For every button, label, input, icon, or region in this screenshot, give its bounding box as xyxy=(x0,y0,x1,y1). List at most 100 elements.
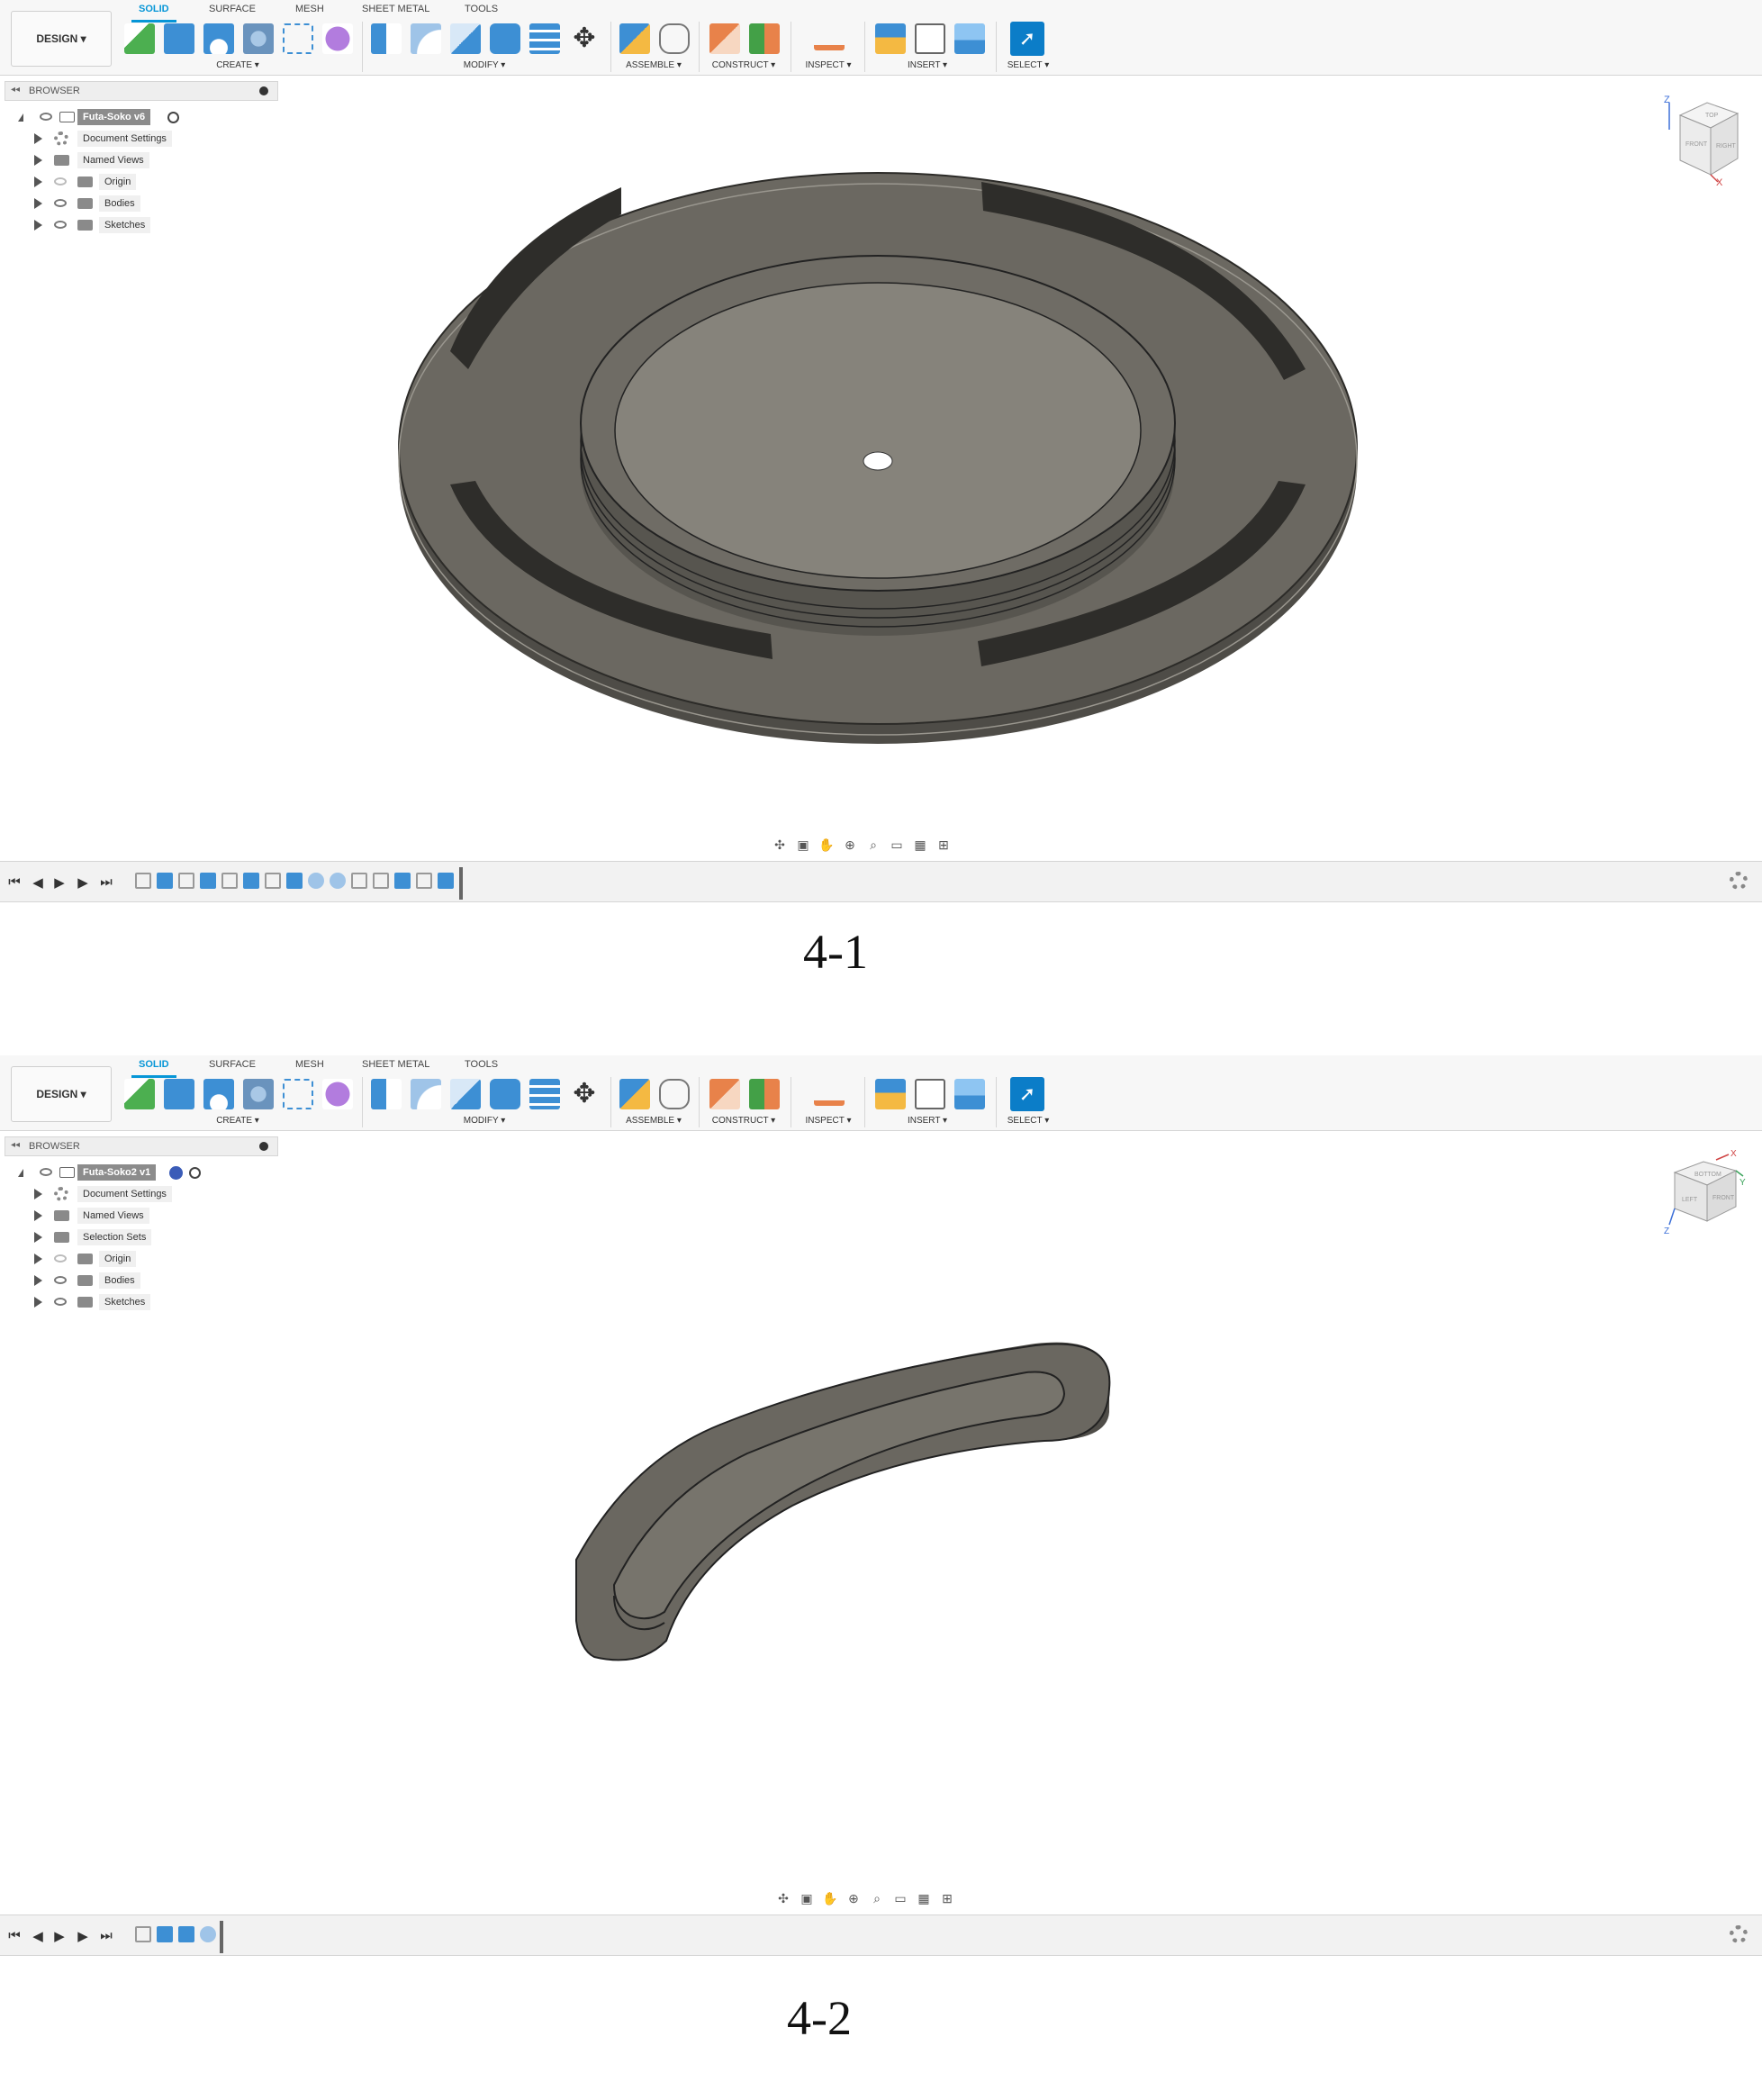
pin-icon[interactable] xyxy=(259,86,268,95)
visibility-eye-icon[interactable] xyxy=(40,113,52,121)
expand-triangle-icon[interactable] xyxy=(34,1254,42,1264)
insert-group-label[interactable]: INSERT ▾ xyxy=(908,60,947,70)
timeline-extrude-icon[interactable] xyxy=(394,873,411,889)
expand-triangle-icon[interactable] xyxy=(34,1232,42,1243)
construct-group-label[interactable]: CONSTRUCT ▾ xyxy=(712,1116,775,1126)
shared-link-icon[interactable] xyxy=(169,1166,183,1180)
tree-item-origin[interactable]: Origin xyxy=(34,173,286,191)
model-curved-slot-piece[interactable] xyxy=(558,1326,1134,1686)
display-settings-icon[interactable]: ▭ xyxy=(888,837,906,853)
timeline-extrude-icon[interactable] xyxy=(178,1926,194,1942)
zoom-icon[interactable]: ⊕ xyxy=(841,837,859,853)
expand-triangle-icon[interactable] xyxy=(34,1210,42,1221)
tab-sheet-metal[interactable]: SHEET METAL xyxy=(362,4,429,14)
browser-panel-header[interactable]: ◂◂ BROWSER xyxy=(5,81,278,101)
extrude-icon[interactable] xyxy=(164,1079,194,1109)
extrude-icon[interactable] xyxy=(164,23,194,54)
modify-group-label[interactable]: MODIFY ▾ xyxy=(464,60,506,70)
insert-mesh-icon[interactable] xyxy=(915,23,945,54)
play-icon[interactable]: ▶ xyxy=(50,874,68,891)
inspect-group-label[interactable]: INSPECT ▾ xyxy=(806,1116,852,1126)
model-base-plate[interactable] xyxy=(387,144,1369,756)
display-settings-icon[interactable]: ▭ xyxy=(891,1890,909,1906)
fit-zoom-icon[interactable]: ⌕ xyxy=(868,1890,886,1906)
timeline-sketch-icon[interactable] xyxy=(178,873,194,889)
timeline-extrude-icon[interactable] xyxy=(157,1926,173,1942)
timeline-extrude-icon[interactable] xyxy=(286,873,303,889)
pan-hand-icon[interactable]: ✋ xyxy=(821,1890,839,1906)
modify-group-label[interactable]: MODIFY ▾ xyxy=(464,1116,506,1126)
collapse-panel-icon[interactable]: ◂◂ xyxy=(11,85,20,95)
visibility-eye-icon[interactable] xyxy=(54,1276,67,1284)
go-to-end-icon[interactable]: ⏭ xyxy=(97,874,115,890)
move-icon[interactable]: ✥ xyxy=(569,1079,600,1109)
grid-settings-icon[interactable]: ▦ xyxy=(915,1890,933,1906)
workspace-switcher-button[interactable]: DESIGN ▾ xyxy=(11,11,112,67)
timeline-fillet-icon[interactable] xyxy=(200,1926,216,1942)
form-icon[interactable] xyxy=(322,1079,353,1109)
tree-item-sketches[interactable]: Sketches xyxy=(34,216,286,234)
viewports-icon[interactable]: ⊞ xyxy=(935,837,953,853)
press-pull-icon[interactable] xyxy=(371,23,402,54)
expand-triangle-icon[interactable] xyxy=(34,1275,42,1286)
expand-triangle-icon[interactable] xyxy=(34,1189,42,1199)
shell-icon[interactable] xyxy=(450,23,481,54)
zoom-icon[interactable]: ⊕ xyxy=(845,1890,863,1906)
expand-triangle-icon[interactable] xyxy=(18,1169,23,1177)
step-back-icon[interactable]: ◀ xyxy=(29,874,47,891)
timeline-fillet-icon[interactable] xyxy=(308,873,324,889)
play-icon[interactable]: ▶ xyxy=(50,1928,68,1944)
gear-icon[interactable] xyxy=(1730,872,1748,890)
timeline-sketch-icon[interactable] xyxy=(265,873,281,889)
insert-derive-icon[interactable] xyxy=(875,1079,906,1109)
insert-mesh-icon[interactable] xyxy=(915,1079,945,1109)
hole-icon[interactable] xyxy=(243,23,274,54)
tree-item-named-views[interactable]: Named Views xyxy=(34,1207,286,1225)
select-arrow-icon[interactable]: ➚ xyxy=(1010,1077,1044,1111)
select-group-label[interactable]: SELECT ▾ xyxy=(1008,60,1050,70)
create-group-label[interactable]: CREATE ▾ xyxy=(216,1116,259,1126)
tree-item-bodies[interactable]: Bodies xyxy=(34,1272,286,1290)
tree-item-bodies[interactable]: Bodies xyxy=(34,195,286,213)
split-body-icon[interactable] xyxy=(529,23,560,54)
timeline-extrude-icon[interactable] xyxy=(438,873,454,889)
combine-icon[interactable] xyxy=(490,1079,520,1109)
inspect-group-label[interactable]: INSPECT ▾ xyxy=(806,60,852,70)
pattern-icon[interactable] xyxy=(283,23,313,54)
expand-triangle-icon[interactable] xyxy=(34,177,42,187)
orbit-icon[interactable]: ✣ xyxy=(774,1890,792,1906)
gear-icon[interactable] xyxy=(1730,1925,1748,1943)
measure-icon[interactable] xyxy=(814,31,845,50)
insert-derive-icon[interactable] xyxy=(875,23,906,54)
create-group-label[interactable]: CREATE ▾ xyxy=(216,60,259,70)
visibility-eye-icon[interactable] xyxy=(54,221,67,229)
go-to-start-icon[interactable]: ⏮ xyxy=(5,1928,23,1943)
create-sketch-icon[interactable] xyxy=(124,23,155,54)
workspace-switcher-button[interactable]: DESIGN ▾ xyxy=(11,1066,112,1122)
root-component-label[interactable]: Futa-Soko2 v1 xyxy=(77,1164,157,1181)
timeline-extrude-icon[interactable] xyxy=(243,873,259,889)
combine-icon[interactable] xyxy=(490,23,520,54)
select-group-label[interactable]: SELECT ▾ xyxy=(1008,1116,1050,1126)
split-body-icon[interactable] xyxy=(529,1079,560,1109)
press-pull-icon[interactable] xyxy=(371,1079,402,1109)
timeline-sketch-icon[interactable] xyxy=(351,873,367,889)
tab-solid[interactable]: SOLID xyxy=(131,1059,176,1078)
offset-plane-icon[interactable] xyxy=(709,1079,740,1109)
timeline-extrude-icon[interactable] xyxy=(200,873,216,889)
joint-icon[interactable] xyxy=(659,23,690,54)
create-sketch-icon[interactable] xyxy=(124,1079,155,1109)
timeline-extrude-icon[interactable] xyxy=(157,873,173,889)
timeline-sketch-icon[interactable] xyxy=(221,873,238,889)
joint-icon[interactable] xyxy=(659,1079,690,1109)
go-to-end-icon[interactable]: ⏭ xyxy=(97,1928,115,1943)
grid-settings-icon[interactable]: ▦ xyxy=(911,837,929,853)
fillet-icon[interactable] xyxy=(411,1079,441,1109)
assemble-group-label[interactable]: ASSEMBLE ▾ xyxy=(626,60,682,70)
revolve-icon[interactable] xyxy=(203,1079,234,1109)
orbit-icon[interactable]: ✣ xyxy=(771,837,789,853)
tree-root-row[interactable]: Futa-Soko2 v1 xyxy=(18,1163,288,1181)
new-component-icon[interactable] xyxy=(619,23,650,54)
shell-icon[interactable] xyxy=(450,1079,481,1109)
viewcube[interactable]: TOP FRONT RIGHT Z X xyxy=(1662,95,1748,186)
